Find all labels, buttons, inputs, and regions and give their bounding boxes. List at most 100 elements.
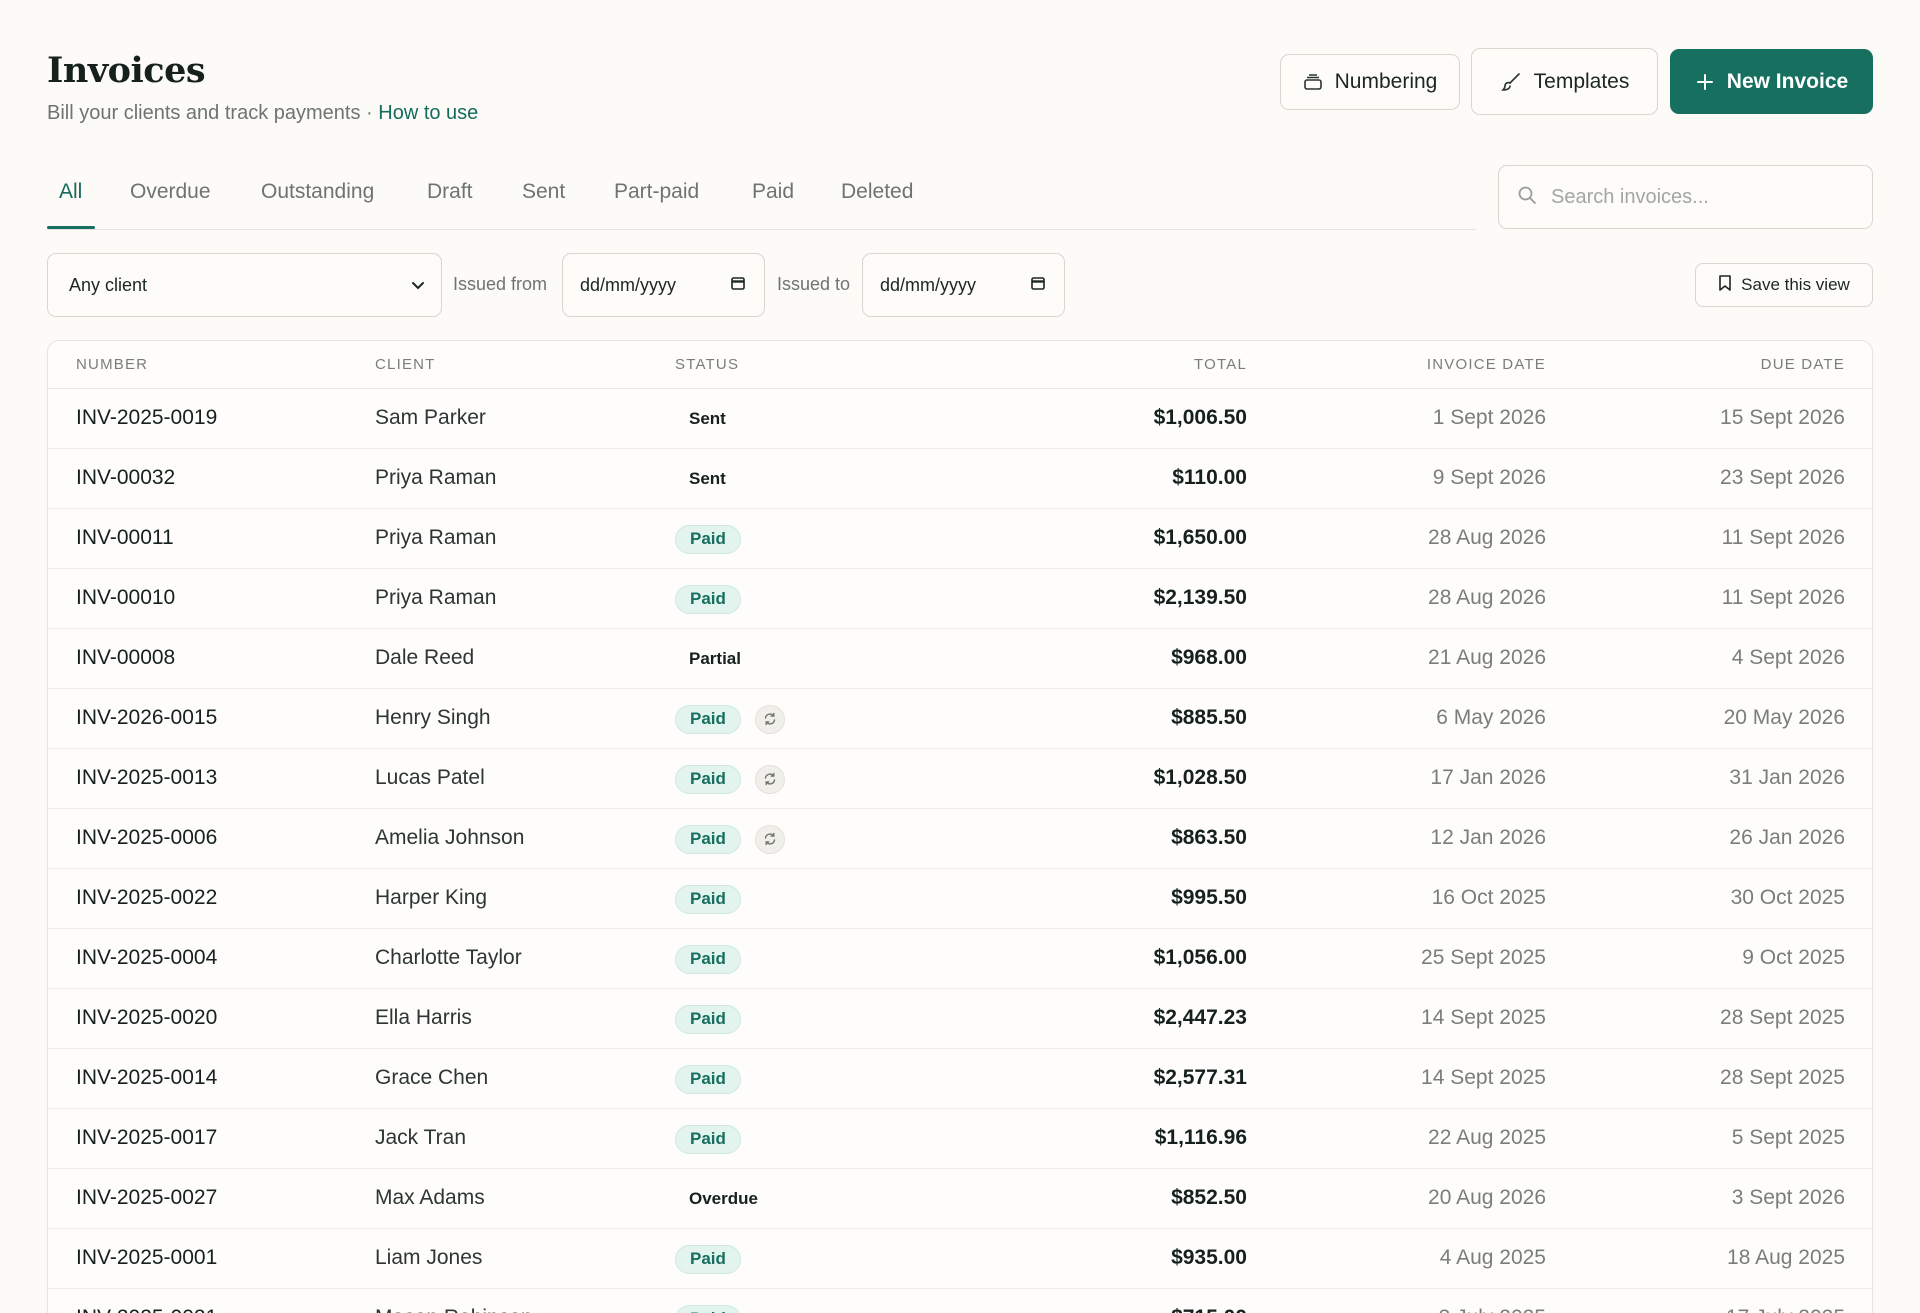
client-name: Lucas Patel [375, 766, 485, 789]
status-cell: Paid [675, 884, 741, 914]
invoice-total: $1,006.50 [1153, 406, 1247, 429]
client-name: Liam Jones [375, 1246, 483, 1269]
status-badge: Overdue [689, 1189, 758, 1208]
status-badge: Paid [675, 584, 741, 614]
invoice-number: INV-2025-0001 [76, 1246, 218, 1269]
table-row[interactable]: INV-2025-0027 Max Adams Overdue $852.50 20 A… [48, 1169, 1872, 1229]
tab-all[interactable]: All [59, 180, 82, 204]
invoice-total: $110.00 [1172, 466, 1247, 489]
due-date: 15 Sept 2026 [1720, 406, 1845, 429]
how-to-use-link[interactable]: How to use [378, 102, 478, 124]
save-view-button[interactable]: Save this view [1695, 263, 1873, 307]
column-header-status[interactable]: STATUS [675, 356, 739, 373]
invoice-date: 25 Sept 2025 [1421, 946, 1546, 969]
status-badge: Paid [675, 1244, 741, 1274]
invoice-number: INV-2025-0013 [76, 766, 218, 789]
invoice-date: 14 Sept 2025 [1421, 1066, 1546, 1089]
invoice-total: $2,577.31 [1153, 1066, 1247, 1089]
table-row[interactable]: INV-2025-0006 Amelia Johnson Paid $863.50 12… [48, 809, 1872, 869]
due-date: 23 Sept 2026 [1720, 466, 1845, 489]
invoice-total: $2,139.50 [1153, 586, 1247, 609]
column-header-number[interactable]: NUMBER [76, 356, 148, 373]
recurring-icon [754, 764, 785, 794]
tab-draft[interactable]: Draft [427, 180, 473, 204]
invoice-number: INV-2025-0022 [76, 886, 218, 909]
status-cell: Overdue [675, 1184, 772, 1214]
tab-outstanding[interactable]: Outstanding [261, 180, 374, 204]
status-cell: Paid [675, 704, 785, 734]
issued-to-date-input[interactable]: dd/mm/yyyy [862, 253, 1065, 317]
column-header-client[interactable]: CLIENT [375, 356, 436, 373]
column-header-total[interactable]: TOTAL [1194, 356, 1247, 373]
invoice-date: 22 Aug 2025 [1428, 1126, 1546, 1149]
invoice-number: INV-2025-0021 [76, 1306, 217, 1313]
status-cell: Paid [675, 944, 741, 974]
due-date: 11 Sept 2026 [1721, 586, 1845, 609]
table-row[interactable]: INV-00011 Priya Raman Paid $1,650.00 28 Aug … [48, 509, 1872, 569]
table-row[interactable]: INV-2025-0017 Jack Tran Paid $1,116.96 22 Au… [48, 1109, 1872, 1169]
tab-overdue[interactable]: Overdue [130, 180, 211, 204]
invoice-number: INV-00010 [76, 586, 176, 609]
new-invoice-button[interactable]: New Invoice [1670, 49, 1873, 114]
column-header-invoice-date[interactable]: INVOICE DATE [1427, 356, 1546, 373]
status-badge: Paid [675, 764, 741, 794]
status-badge: Sent [689, 469, 726, 488]
table-row[interactable]: INV-2025-0004 Charlotte Taylor Paid $1,056.… [48, 929, 1872, 989]
due-date: 11 Sept 2026 [1721, 526, 1845, 549]
status-cell: Sent [675, 464, 740, 494]
tab-part-paid[interactable]: Part-paid [614, 180, 699, 204]
invoice-number: INV-2025-0014 [76, 1066, 218, 1089]
client-name: Sam Parker [375, 406, 486, 429]
client-name: Amelia Johnson [375, 826, 525, 849]
table-row[interactable]: INV-2025-0020 Ella Harris Paid $2,447.23 14 … [48, 989, 1872, 1049]
client-name: Harper King [375, 886, 488, 909]
tab-deleted[interactable]: Deleted [841, 180, 913, 204]
due-date: 28 Sept 2025 [1720, 1066, 1845, 1089]
status-badge: Paid [675, 704, 741, 734]
table-row[interactable]: INV-00032 Priya Raman Sent $110.00 9 Sept 20… [48, 449, 1872, 509]
table-row[interactable]: INV-2025-0021 Mason Robinson Paid $715.00 3 … [48, 1289, 1872, 1313]
table-row[interactable]: INV-2025-0022 Harper King Paid $995.50 16 Oc… [48, 869, 1872, 929]
invoice-total: $885.50 [1171, 706, 1247, 729]
invoice-number: INV-2026-0015 [76, 706, 218, 729]
tab-paid[interactable]: Paid [752, 180, 794, 204]
search-input[interactable] [1551, 185, 1851, 209]
table-row[interactable]: INV-2025-0014 Grace Chen Paid $2,577.31 14 S… [48, 1049, 1872, 1109]
status-badge: Partial [689, 649, 741, 668]
table-row[interactable]: INV-00008 Dale Reed Partial $968.00 21 Aug 2… [48, 629, 1872, 689]
invoice-date: 4 Aug 2025 [1439, 1246, 1546, 1269]
issued-from-date-input[interactable]: dd/mm/yyyy [562, 253, 765, 317]
table-row[interactable]: INV-2025-0001 Liam Jones Paid $935.00 4 Aug … [48, 1229, 1872, 1289]
status-cell: Paid [675, 524, 741, 554]
due-date: 17 July 2025 [1726, 1306, 1845, 1313]
status-badge: Paid [675, 1124, 741, 1154]
active-tab-indicator [47, 226, 95, 229]
tab-sent[interactable]: Sent [522, 180, 565, 204]
invoice-date: 12 Jan 2026 [1430, 826, 1546, 849]
invoice-date: 21 Aug 2026 [1428, 646, 1546, 669]
client-select[interactable]: Any client [47, 253, 442, 317]
numbering-button[interactable]: Numbering [1280, 54, 1460, 110]
table-row[interactable]: INV-2026-0015 Henry Singh Paid $885.50 6 May… [48, 689, 1872, 749]
table-row[interactable]: INV-00010 Priya Raman Paid $2,139.50 28 Aug … [48, 569, 1872, 629]
invoice-number: INV-2025-0019 [76, 406, 218, 429]
due-date: 30 Oct 2025 [1730, 886, 1845, 909]
stack-icon [1303, 73, 1323, 91]
invoice-total: $863.50 [1171, 826, 1247, 849]
invoice-total: $715.00 [1171, 1306, 1247, 1313]
invoice-total: $1,056.00 [1153, 946, 1247, 969]
issued-from-value: dd/mm/yyyy [580, 274, 677, 295]
issued-to-label: Issued to [777, 274, 851, 294]
issued-to-value: dd/mm/yyyy [880, 274, 977, 295]
templates-button[interactable]: Templates [1471, 48, 1658, 115]
invoice-total: $935.00 [1171, 1246, 1247, 1269]
chevron-down-icon [411, 275, 425, 296]
table-row[interactable]: INV-2025-0013 Lucas Patel Paid $1,028.50 17 … [48, 749, 1872, 809]
invoice-date: 28 Aug 2026 [1428, 526, 1546, 549]
due-date: 20 May 2026 [1723, 706, 1845, 729]
invoice-date: 20 Aug 2026 [1428, 1186, 1546, 1209]
client-name: Priya Raman [375, 466, 497, 489]
column-header-due-date[interactable]: DUE DATE [1761, 356, 1845, 373]
table-row[interactable]: INV-2025-0019 Sam Parker Sent $1,006.50 1 Se… [48, 389, 1872, 449]
invoice-number: INV-00032 [76, 466, 176, 489]
